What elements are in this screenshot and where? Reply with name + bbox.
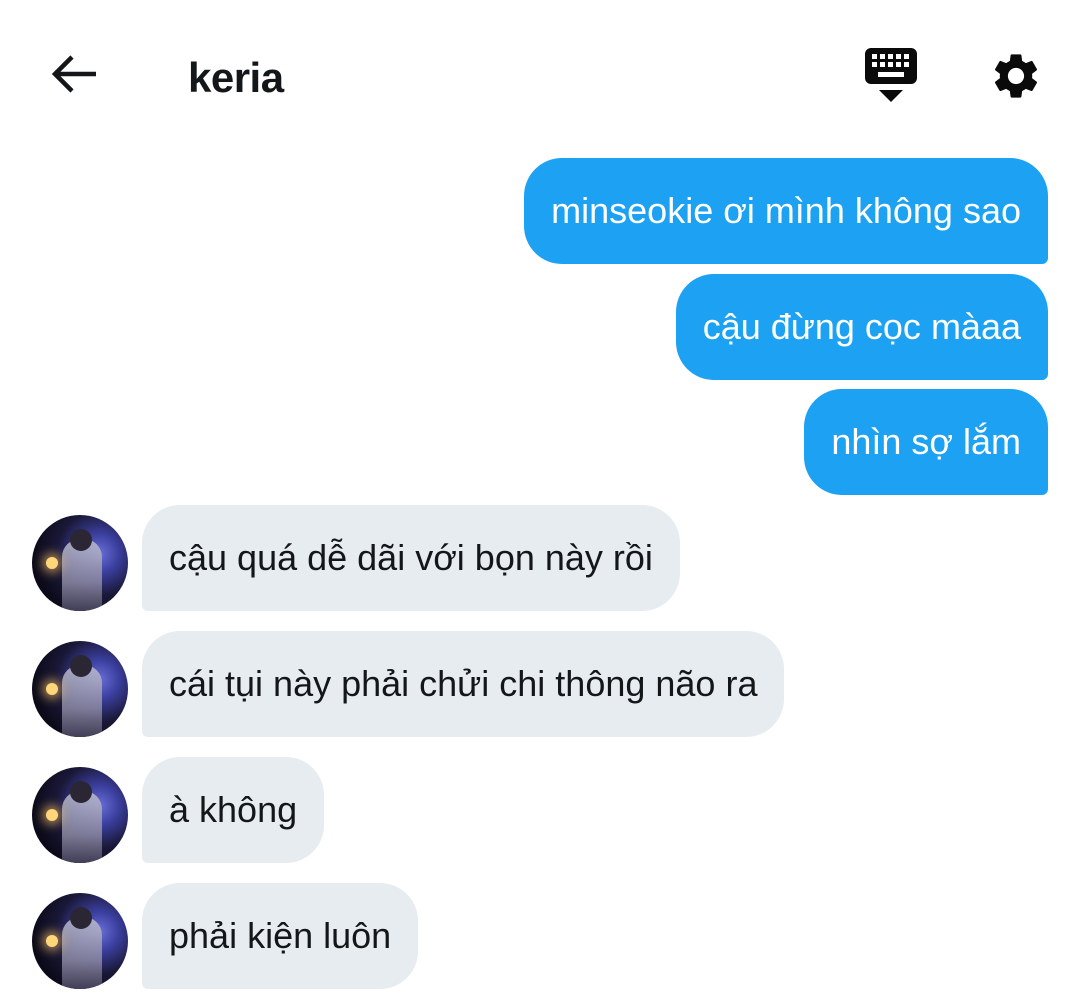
arrow-left-icon: [51, 55, 96, 93]
avatar[interactable]: [32, 641, 128, 737]
avatar[interactable]: [32, 893, 128, 989]
avatar[interactable]: [32, 767, 128, 863]
keyboard-hide-icon: [865, 48, 917, 102]
received-message[interactable]: cái tụi này phải chửi chi thông não ra: [142, 631, 785, 737]
received-message[interactable]: à không: [142, 757, 325, 863]
sent-message[interactable]: minseokie ơi mình không sao: [524, 158, 1048, 264]
settings-button[interactable]: [984, 44, 1048, 108]
back-button[interactable]: [44, 48, 104, 100]
sent-message[interactable]: nhìn sợ lắm: [804, 389, 1048, 495]
received-message[interactable]: phải kiện luôn: [142, 883, 419, 989]
page-title: keria: [188, 54, 284, 101]
hide-keyboard-button[interactable]: [858, 44, 924, 106]
gear-icon: [994, 54, 1038, 98]
chat-header: keria: [0, 0, 1080, 150]
avatar[interactable]: [32, 515, 128, 611]
chat-screen: keria minseokie ơi mình không sao cậu đừ…: [0, 0, 1080, 1006]
sent-message[interactable]: cậu đừng cọc màaa: [675, 274, 1048, 380]
received-message[interactable]: cậu quá dễ dãi với bọn này rồi: [142, 505, 680, 611]
